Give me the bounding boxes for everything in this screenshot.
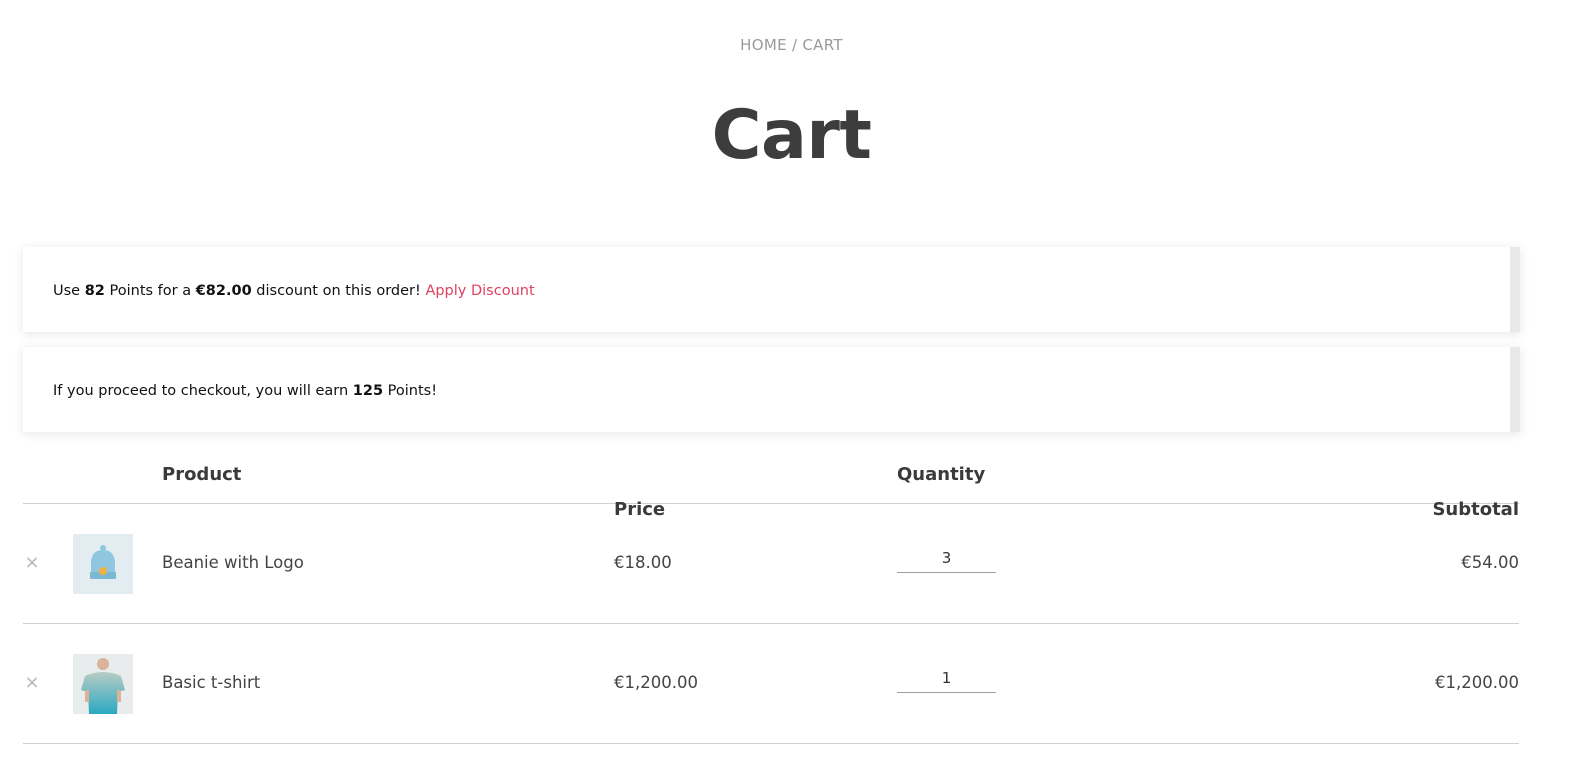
breadcrumb-current: CART: [802, 36, 843, 54]
tshirt-icon[interactable]: [73, 654, 133, 714]
remove-item-icon[interactable]: ×: [23, 554, 41, 572]
table-row: × Beanie with Logo €18.00 €54.00: [23, 504, 1519, 624]
product-price: €18.00: [614, 553, 672, 572]
cart-table: Product Price Quantity Subtotal × Beanie…: [23, 450, 1519, 744]
page-title: Cart: [711, 96, 872, 175]
discount-amount: €82.00: [195, 283, 252, 299]
discount-points: 82: [84, 283, 105, 299]
quantity-input[interactable]: [897, 664, 996, 693]
product-name-link[interactable]: Basic t-shirt: [162, 673, 260, 692]
breadcrumb-separator: /: [786, 36, 803, 54]
header-product: Product: [162, 464, 242, 485]
product-subtotal: €54.00: [1461, 553, 1519, 572]
discount-suffix: discount on this order!: [251, 283, 426, 299]
earn-prefix: If you proceed to checkout, you will ear…: [53, 383, 353, 399]
earn-points: 125: [352, 383, 384, 399]
beanie-icon[interactable]: [73, 534, 133, 594]
points-earn-text: If you proceed to checkout, you will ear…: [53, 347, 437, 432]
points-discount-notice: Use 82 Points for a €82.00 discount on t…: [23, 247, 1520, 332]
quantity-input[interactable]: [897, 544, 996, 573]
product-name-link[interactable]: Beanie with Logo: [162, 553, 304, 572]
header-quantity: Quantity: [897, 464, 986, 485]
cart-table-header: Product Price Quantity Subtotal: [23, 450, 1519, 520]
discount-prefix: Use: [53, 283, 85, 299]
product-subtotal: €1,200.00: [1435, 673, 1519, 692]
points-discount-text: Use 82 Points for a €82.00 discount on t…: [53, 247, 535, 332]
table-row: × Basic t-shirt €1,200.00 €1,200.00: [23, 624, 1519, 744]
earn-suffix: Points!: [383, 383, 438, 399]
breadcrumb: HOME / CART: [0, 36, 1583, 54]
breadcrumb-home-link[interactable]: HOME: [740, 36, 787, 54]
discount-middle: Points for a: [104, 283, 196, 299]
product-price: €1,200.00: [614, 673, 698, 692]
remove-item-icon[interactable]: ×: [23, 674, 41, 692]
points-earn-notice: If you proceed to checkout, you will ear…: [23, 347, 1520, 432]
apply-discount-link[interactable]: Apply Discount: [425, 283, 534, 299]
